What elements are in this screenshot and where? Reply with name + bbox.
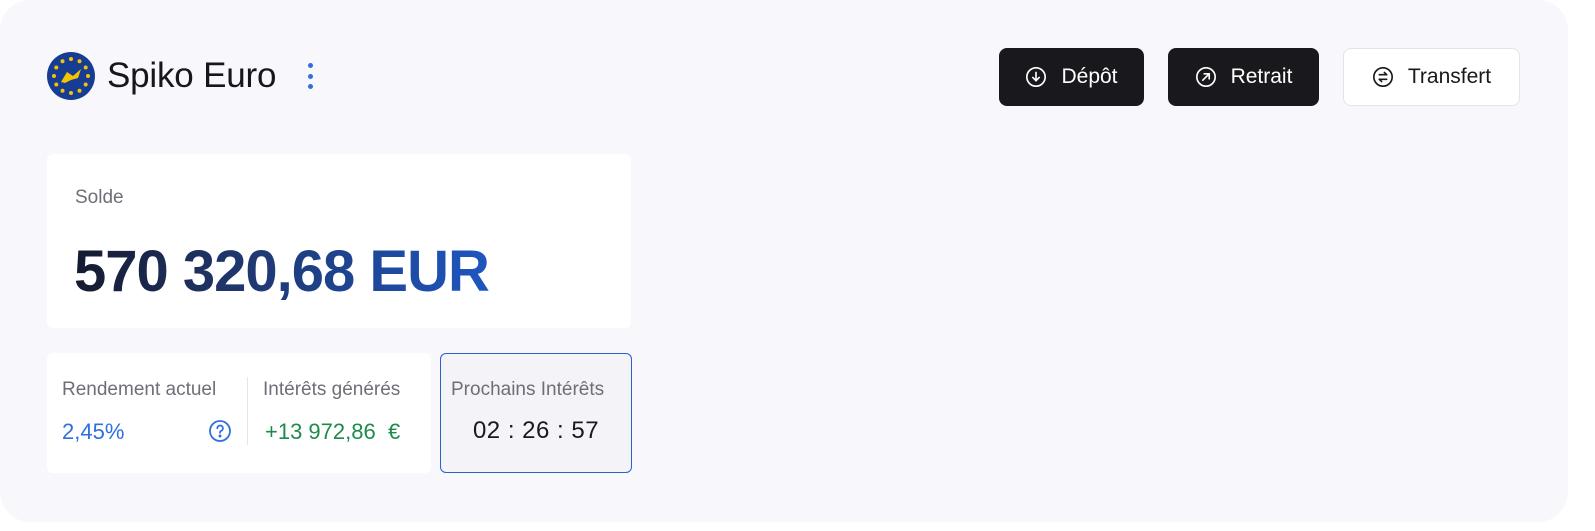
transfer-circle-icon (1372, 67, 1393, 87)
balance-label: Solde (75, 187, 124, 208)
arrow-up-right-circle-icon (1195, 67, 1216, 87)
stat-divider (247, 377, 248, 445)
interets-value: +13 972,86 € (265, 419, 401, 444)
balance-value: 570 320,68 EUR (74, 239, 490, 304)
retrait-button[interactable]: Retrait (1168, 48, 1319, 106)
next-interest-card: Prochains Intérêts 02 : 26 : 57 (440, 353, 632, 473)
interets-label: Intérêts générés (263, 379, 401, 400)
question-circle-icon[interactable] (208, 419, 232, 443)
next-interest-countdown: 02 : 26 : 57 (472, 417, 600, 444)
transfert-label: Transfert (1407, 65, 1492, 88)
rendement-value: 2,45% (62, 419, 125, 444)
retrait-label: Retrait (1230, 65, 1293, 88)
balance-card: Solde 570 320,68 EUR (47, 154, 631, 328)
stats-card: Rendement actuel 2,45% Intérêts générés … (47, 353, 431, 473)
kebab-menu-icon[interactable] (306, 63, 314, 89)
depot-label: Dépôt (1061, 65, 1118, 88)
fund-header: Spiko Euro (47, 52, 314, 100)
rendement-label: Rendement actuel (62, 379, 217, 400)
arrow-down-circle-icon (1026, 67, 1047, 87)
fund-panel: Spiko Euro Dépôt Retrait Transfert Solde (0, 0, 1568, 522)
fund-title: Spiko Euro (107, 56, 277, 95)
depot-button[interactable]: Dépôt (999, 48, 1144, 106)
transfert-button[interactable]: Transfert (1343, 48, 1520, 106)
eu-flag-logo (47, 52, 95, 100)
next-interest-label: Prochains Intérêts (451, 379, 605, 400)
